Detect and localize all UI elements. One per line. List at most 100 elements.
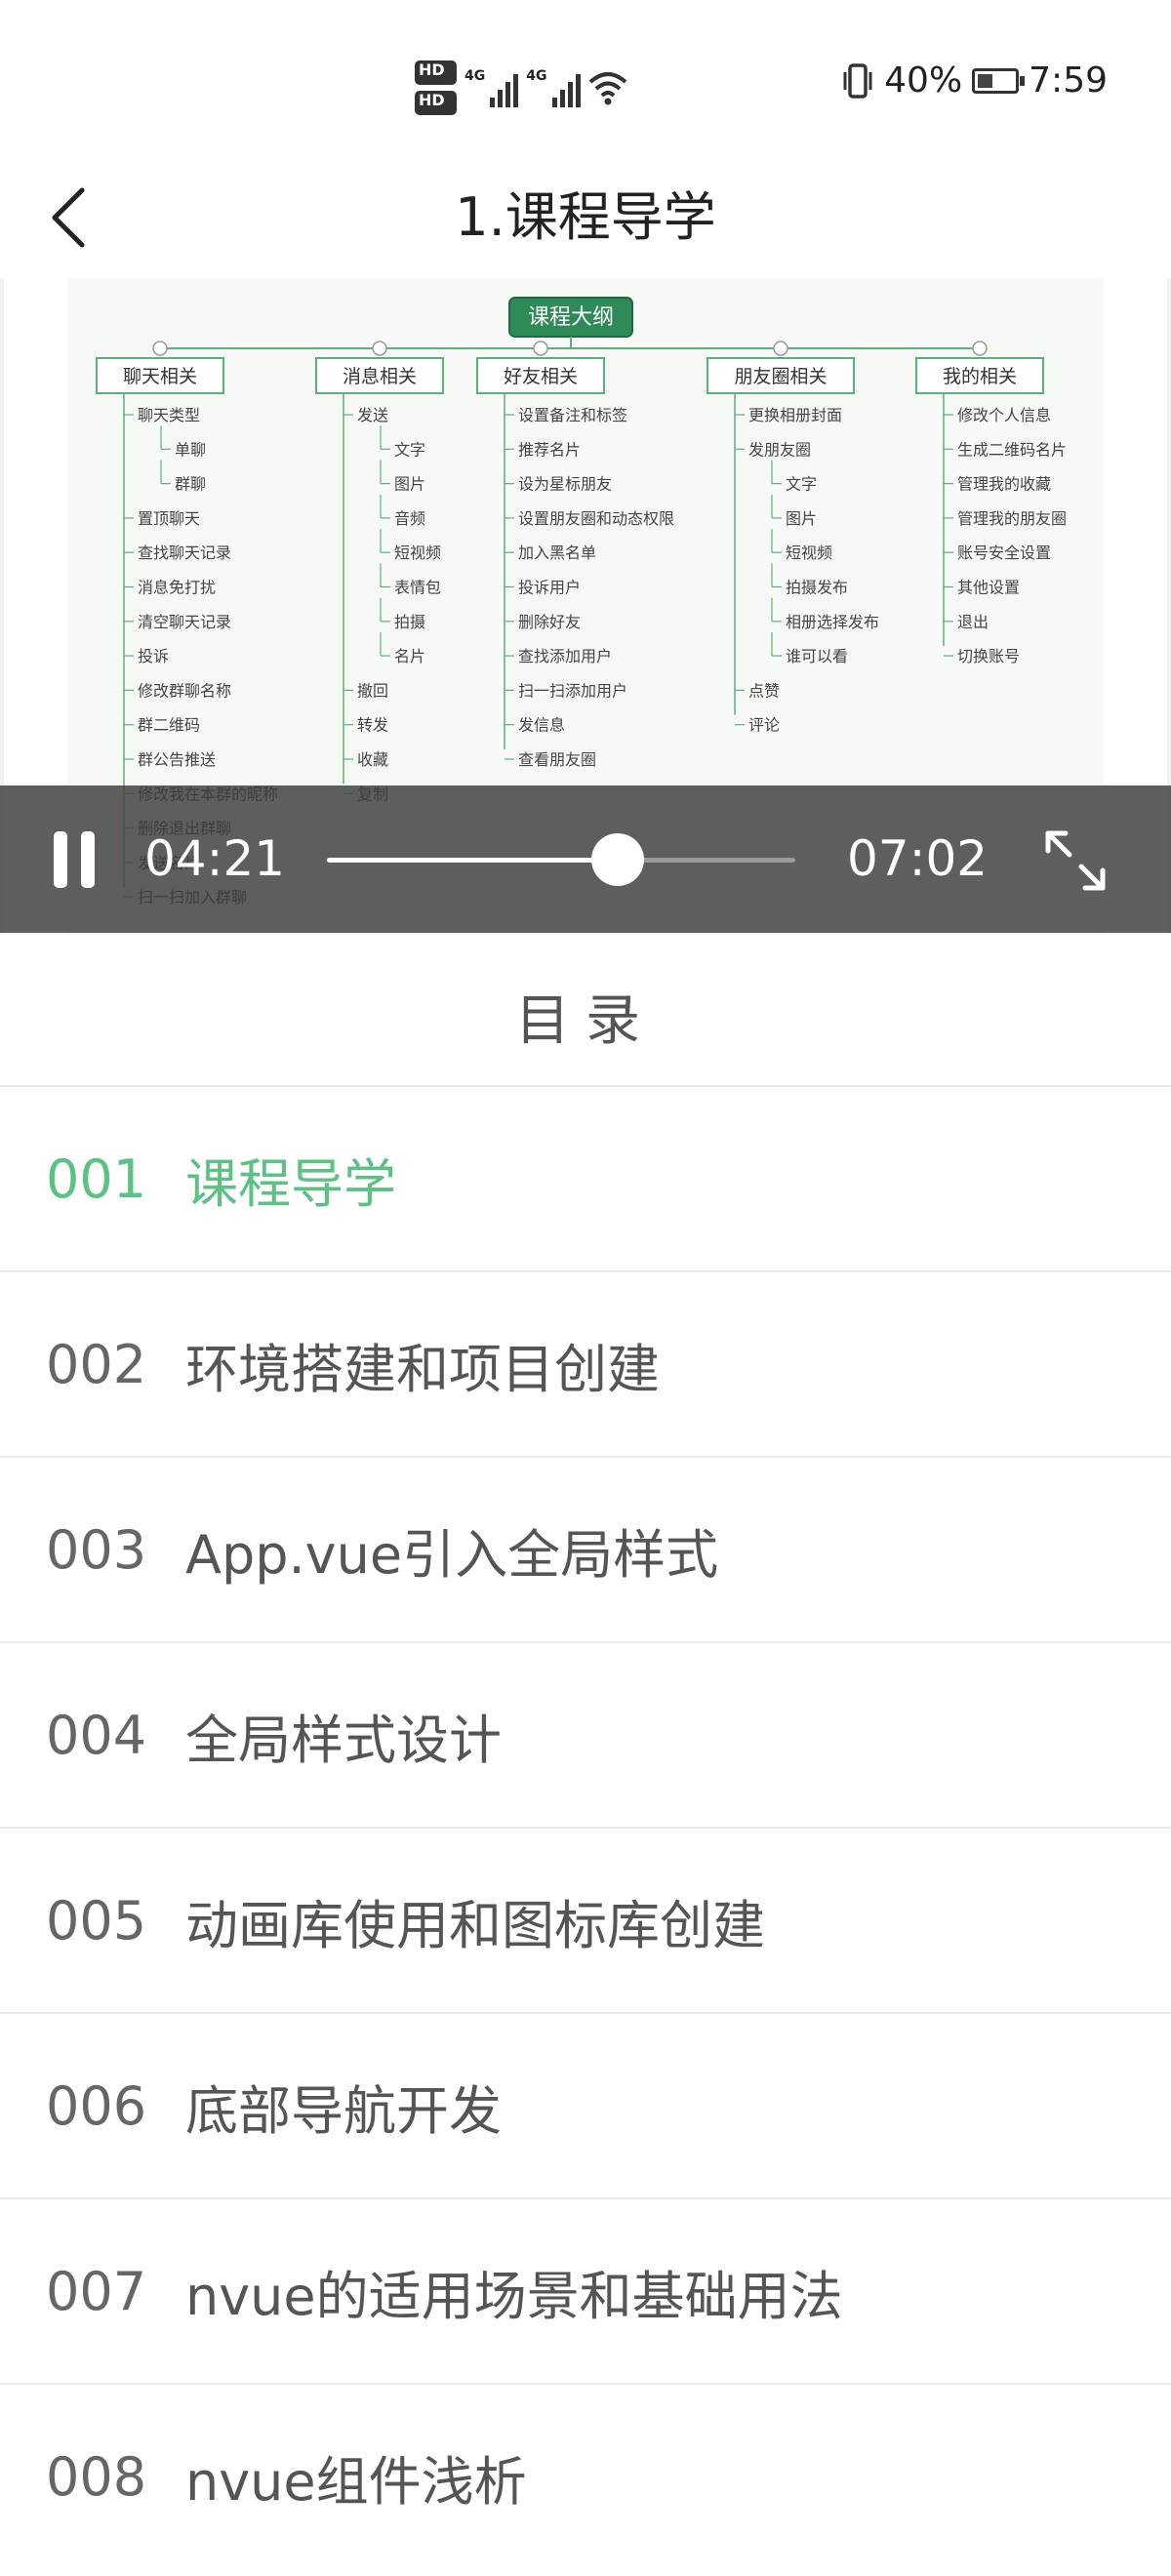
mindmap-leaf-label: 切换账号	[957, 647, 1020, 665]
wifi-icon	[588, 72, 626, 105]
catalog-item-title: App.vue引入全局样式	[185, 1523, 719, 1586]
mindmap-leaf-label: 谁可以看	[786, 647, 848, 665]
mindmap-leaf-label: 转发	[357, 716, 388, 735]
catalog-item[interactable]: 007 nvue的适用场景和基础用法	[0, 2197, 1171, 2383]
mindmap-leaf-label: 聊天类型	[138, 406, 200, 424]
mindmap-column-header: 好友相关	[504, 366, 578, 387]
catalog-item-number: 002	[46, 1333, 147, 1395]
catalog-item-title: nvue组件浅析	[185, 2450, 527, 2513]
mindmap-column-header: 消息相关	[343, 366, 417, 387]
mindmap-leaf-label: 音频	[394, 509, 425, 528]
mindmap-leaf-label: 发朋友圈	[748, 440, 811, 459]
mindmap-leaf-label: 投诉用户	[518, 579, 581, 597]
mindmap-leaf-label: 短视频	[394, 543, 441, 562]
mindmap-leaf-label: 文字	[786, 475, 817, 494]
mindmap-root-label: 课程大纲	[528, 305, 614, 330]
mindmap-leaf-label: 设置朋友圈和动态权限	[518, 509, 674, 528]
mindmap-leaf-label: 查看朋友圈	[518, 750, 596, 769]
mindmap-leaf-label: 置顶聊天	[138, 509, 200, 528]
mindmap-leaf-label: 拍摄发布	[786, 579, 848, 597]
mindmap-leaf-label: 拍摄	[394, 613, 425, 631]
mindmap-leaf-label: 发送	[357, 406, 388, 424]
mindmap-leaf-label: 发信息	[518, 716, 565, 735]
mindmap-leaf-label: 查找聊天记录	[138, 543, 231, 562]
mindmap-leaf-label: 加入黑名单	[518, 543, 596, 562]
mindmap-leaf-label: 修改群聊名称	[138, 681, 231, 700]
seek-played	[327, 858, 618, 863]
catalog-item-title: nvue的适用场景和基础用法	[185, 2265, 843, 2327]
catalog-item-number: 007	[46, 2260, 147, 2322]
pause-button[interactable]	[54, 831, 110, 888]
signal-icon-sim1: 4G	[464, 68, 519, 107]
catalog-item[interactable]: 004 全局样式设计	[0, 1641, 1171, 1827]
back-button[interactable]	[39, 181, 98, 254]
catalog-item-number: 004	[46, 1704, 147, 1766]
mindmap-leaf-label: 修改个人信息	[957, 406, 1051, 424]
catalog-title: 目录	[515, 989, 656, 1053]
mindmap-leaf-label: 群聊	[175, 475, 206, 494]
mindmap-leaf-label: 收藏	[357, 750, 388, 769]
seek-handle[interactable]	[590, 833, 644, 886]
mindmap-leaf-label: 消息免打扰	[138, 579, 216, 597]
mindmap-leaf-label: 删除好友	[518, 613, 581, 631]
catalog-item[interactable]: 003 App.vue引入全局样式	[0, 1456, 1171, 1641]
pause-icon-bar	[54, 831, 67, 888]
catalog-item-number: 008	[46, 2445, 147, 2508]
mindmap-leaf-label: 推荐名片	[518, 440, 581, 459]
clock: 7:59	[1029, 60, 1108, 101]
catalog-item[interactable]: 008 nvue组件浅析	[0, 2383, 1171, 2568]
catalog-item[interactable]: 001 课程导学	[0, 1085, 1171, 1270]
catalog-item-title: 底部导航开发	[185, 2079, 502, 2142]
mindmap-leaf-label: 清空聊天记录	[138, 613, 231, 631]
status-right: 40% 7:59	[841, 60, 1108, 101]
mindmap-collapse-toggle	[773, 341, 788, 356]
mindmap-leaf-label: 群公告推送	[138, 750, 216, 769]
catalog-item[interactable]: 002 环境搭建和项目创建	[0, 1270, 1171, 1456]
mindmap-leaf-label: 图片	[394, 475, 425, 494]
seek-bar[interactable]	[327, 833, 795, 886]
mindmap-leaf-label: 设为星标朋友	[518, 475, 612, 494]
mindmap-leaf-label: 名片	[394, 647, 425, 665]
mindmap-collapse-toggle	[152, 341, 168, 356]
signal-icon-sim2: 4G	[526, 68, 581, 107]
mindmap-leaf-label: 管理我的朋友圈	[957, 509, 1067, 528]
mindmap-leaf-label: 其他设置	[957, 579, 1020, 597]
mindmap-column-header: 聊天相关	[123, 366, 197, 387]
mindmap-leaf-label: 图片	[786, 509, 817, 528]
expand-icon	[1045, 830, 1106, 891]
mindmap-leaf-label: 更换相册封面	[748, 406, 842, 424]
mindmap-leaf-label: 相册选择发布	[786, 613, 879, 631]
catalog-item-title: 环境搭建和项目创建	[185, 1338, 660, 1400]
catalog-item-number: 005	[46, 1889, 147, 1952]
catalog-item-title: 动画库使用和图标库创建	[185, 1894, 765, 1956]
mindmap-leaf-label: 表情包	[394, 579, 441, 597]
pause-icon-bar	[81, 831, 95, 888]
catalog-item-number: 003	[46, 1518, 147, 1581]
mindmap-leaf-label: 投诉	[138, 647, 169, 665]
current-time: 04:21	[144, 830, 286, 887]
mindmap-leaf-label: 评论	[748, 716, 780, 735]
mindmap-collapse-toggle	[972, 341, 988, 356]
catalog-item-title: 课程导学	[185, 1152, 396, 1215]
page-title: 1.课程导学	[455, 186, 716, 248]
fullscreen-button[interactable]	[1042, 827, 1109, 894]
mindmap-leaf-label: 查找添加用户	[518, 647, 612, 665]
mindmap-collapse-toggle	[372, 341, 387, 356]
status-bar: HD1 HD2 4G 4G 40% 7:59	[0, 0, 1171, 156]
catalog-item[interactable]: 005 动画库使用和图标库创建	[0, 1827, 1171, 2012]
mindmap-leaf-label: 管理我的收藏	[957, 475, 1051, 494]
catalog-list: 001 课程导学 002 环境搭建和项目创建 003 App.vue引入全局样式 004 全局…	[0, 1085, 1171, 2568]
mindmap-collapse-toggle	[533, 341, 548, 356]
catalog-item-number: 006	[46, 2074, 147, 2137]
mindmap-leaf-label: 退出	[957, 613, 989, 631]
catalog-item-title: 全局样式设计	[185, 1709, 502, 1771]
video-player[interactable]: 课程大纲 聊天相关 聊天类型 单聊 群聊 置顶聊天 查找聊天记录 消息免打扰 清空聊天记录 投诉修…	[0, 278, 1171, 934]
nav-bar: 1.课程导学	[0, 156, 1171, 278]
mindmap-leaf-label: 点赞	[748, 681, 780, 700]
mindmap-leaf-label: 文字	[394, 440, 425, 459]
battery-icon	[972, 67, 1026, 94]
mindmap-leaf-label: 账号安全设置	[957, 543, 1051, 562]
catalog-item[interactable]: 006 底部导航开发	[0, 2012, 1171, 2197]
mindmap-leaf-label: 设置备注和标签	[518, 406, 627, 424]
vibrate-icon	[843, 62, 872, 99]
